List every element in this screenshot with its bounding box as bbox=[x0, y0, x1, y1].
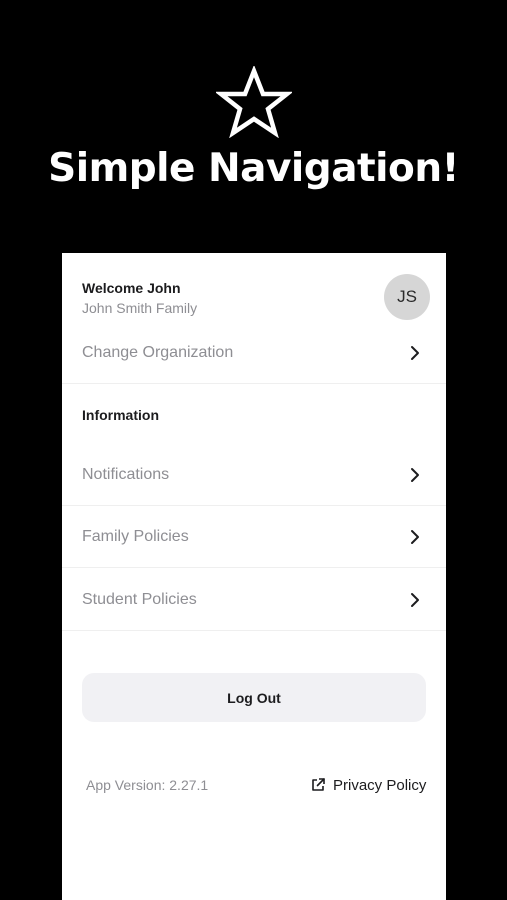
family-policies-label: Family Policies bbox=[82, 527, 189, 545]
external-link-icon bbox=[312, 778, 325, 791]
notifications-label: Notifications bbox=[82, 465, 170, 483]
student-policies-label: Student Policies bbox=[82, 590, 197, 608]
welcome-text: Welcome John bbox=[82, 280, 181, 296]
chevron-right-icon bbox=[411, 592, 419, 607]
logout-button[interactable]: Log Out bbox=[82, 673, 426, 722]
profile-header: Welcome John John Smith Family JS bbox=[62, 253, 446, 323]
privacy-policy-link[interactable]: Privacy Policy bbox=[310, 775, 426, 795]
information-header: Information bbox=[82, 407, 159, 423]
student-policies-row[interactable]: Student Policies bbox=[62, 569, 446, 631]
chevron-right-icon bbox=[411, 346, 419, 360]
change-organization-label: Change Organization bbox=[82, 344, 234, 361]
notifications-row[interactable]: Notifications bbox=[62, 444, 446, 506]
hero-title: Simple Navigation! bbox=[48, 146, 459, 191]
chevron-right-icon bbox=[411, 467, 419, 482]
screen: Simple Navigation! Welcome John John Smi… bbox=[0, 0, 507, 900]
privacy-policy-label: Privacy Policy bbox=[333, 776, 427, 794]
family-policies-row[interactable]: Family Policies bbox=[62, 506, 446, 568]
star-icon bbox=[216, 66, 292, 138]
avatar[interactable]: JS bbox=[384, 274, 430, 320]
chevron-right-icon bbox=[411, 529, 419, 544]
menu-panel: Welcome John John Smith Family JS Change… bbox=[62, 253, 446, 900]
family-name: John Smith Family bbox=[82, 300, 198, 316]
change-organization-row[interactable]: Change Organization bbox=[62, 323, 446, 384]
hero-banner: Simple Navigation! bbox=[0, 0, 507, 253]
app-version: App Version: 2.27.1 bbox=[86, 777, 209, 793]
